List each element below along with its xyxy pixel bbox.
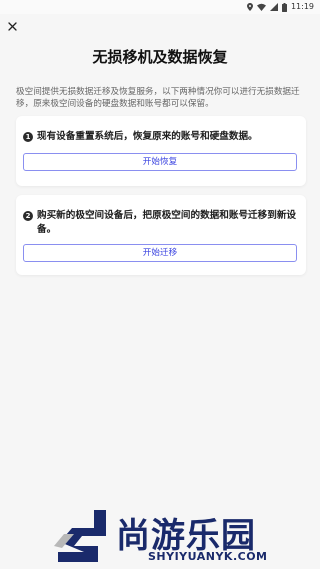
watermark-logo: 尚游乐园 SHYIYUANYK.COM bbox=[48, 506, 318, 566]
start-migrate-button[interactable]: 开始迁移 bbox=[23, 244, 297, 262]
status-icons: 11:19 bbox=[246, 2, 314, 12]
location-icon bbox=[246, 3, 253, 11]
battery-icon bbox=[281, 2, 287, 12]
signal-icon bbox=[269, 3, 278, 11]
migrate-option-card: 2 购买新的极空间设备后，把原极空间的数据和账号迁移到新设备。 开始迁移 bbox=[16, 195, 306, 275]
status-bar: 11:19 bbox=[0, 0, 320, 14]
close-icon bbox=[7, 21, 17, 31]
restore-option-text: 1 现有设备重置系统后，恢复原来的账号和硬盘数据。 bbox=[23, 130, 303, 144]
watermark-domain: SHYIYUANYK.COM bbox=[148, 550, 268, 563]
close-button[interactable] bbox=[4, 18, 20, 34]
intro-text: 极空间提供无损数据迁移及恢复服务，以下两种情况你可以进行无损数据迁移，原来极空间… bbox=[16, 87, 300, 109]
page-title: 无损移机及数据恢复 bbox=[92, 48, 228, 66]
wifi-icon bbox=[256, 3, 266, 11]
migrate-option-description: 购买新的极空间设备后，把原极空间的数据和账号迁移到新设备。 bbox=[37, 210, 297, 235]
watermark-s-logo-icon bbox=[54, 510, 106, 562]
restore-option-description: 现有设备重置系统后，恢复原来的账号和硬盘数据。 bbox=[37, 131, 258, 142]
migrate-option-text: 2 购买新的极空间设备后，把原极空间的数据和账号迁移到新设备。 bbox=[23, 209, 303, 237]
option-number-badge: 1 bbox=[23, 132, 33, 142]
restore-option-card: 1 现有设备重置系统后，恢复原来的账号和硬盘数据。 开始恢复 bbox=[16, 116, 306, 186]
start-restore-button[interactable]: 开始恢复 bbox=[23, 153, 297, 171]
option-number-badge: 2 bbox=[23, 211, 33, 221]
status-time: 11:19 bbox=[290, 2, 314, 11]
